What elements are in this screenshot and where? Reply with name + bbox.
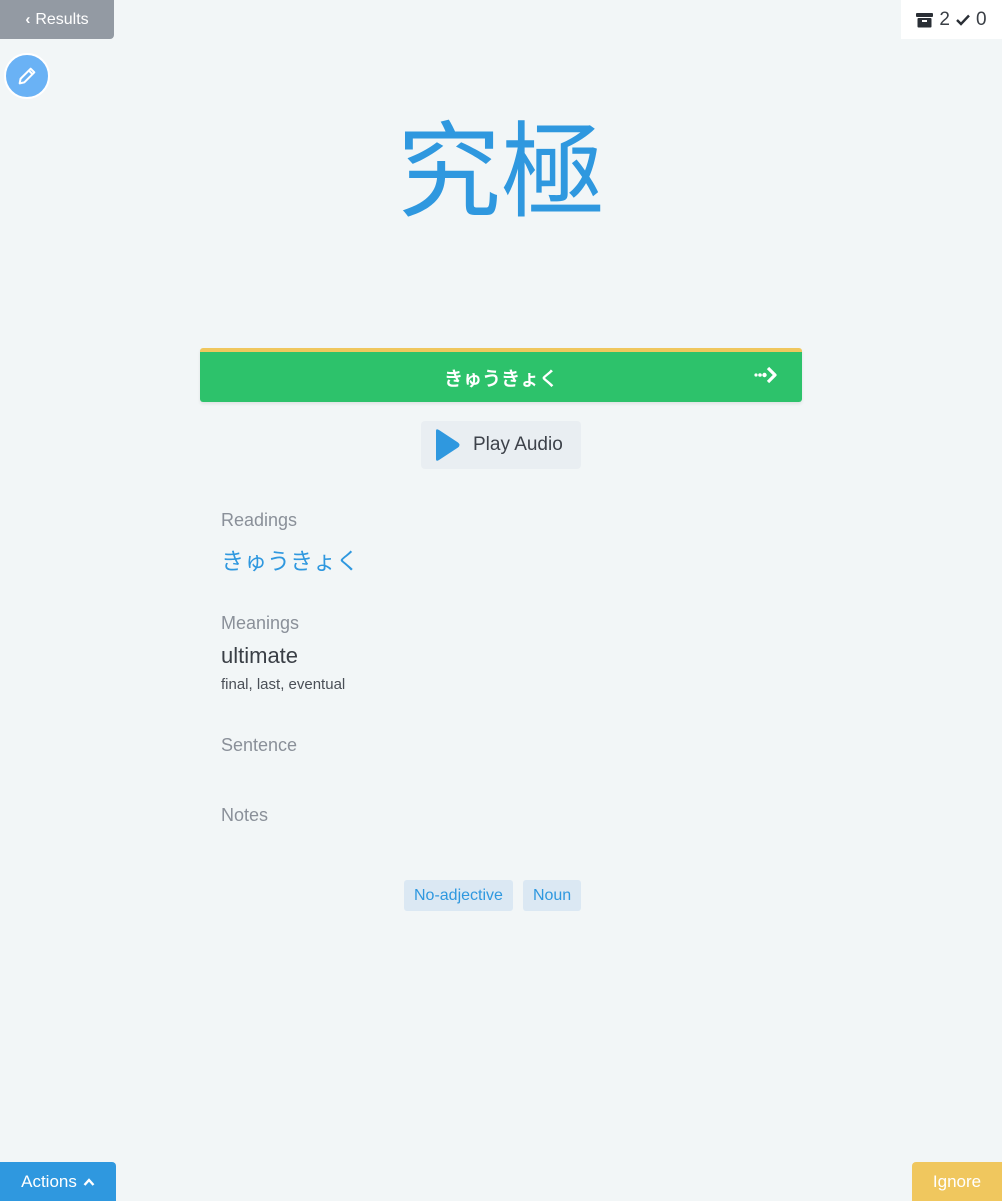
actions-button[interactable]: Actions — [0, 1162, 116, 1201]
chevron-up-icon — [83, 1177, 95, 1186]
review-page: ‹ Results 2 0 究極 きゅうきょく Play Audio Readi… — [0, 0, 1002, 1201]
tag-list: No-adjective Noun — [404, 880, 582, 911]
tag-no-adjective: No-adjective — [404, 880, 513, 911]
notes-label: Notes — [221, 805, 269, 825]
ignore-label: Ignore — [932, 1171, 982, 1191]
answer-text: きゅうきょく — [443, 368, 558, 390]
archive-counter: 2 — [916, 9, 950, 31]
back-to-results-button[interactable]: ‹ Results — [0, 0, 114, 39]
arrow-right-icon[interactable] — [754, 364, 780, 386]
check-counter: 0 — [956, 9, 987, 31]
meaning-alternatives: final, last, eventual — [221, 676, 346, 693]
archive-count: 2 — [939, 8, 950, 30]
play-audio-label: Play Audio — [473, 434, 563, 455]
play-audio-button[interactable]: Play Audio — [421, 421, 581, 469]
readings-label: Readings — [221, 510, 298, 530]
check-count: 0 — [976, 8, 987, 30]
actions-label: Actions — [21, 1171, 77, 1191]
tag-noun: Noun — [522, 880, 582, 911]
sentence-label: Sentence — [221, 735, 298, 755]
play-icon — [436, 429, 460, 461]
edit-button[interactable] — [4, 53, 50, 99]
meaning-primary: ultimate — [221, 643, 299, 668]
pencil-icon — [18, 67, 36, 85]
archive-icon — [916, 12, 934, 27]
meanings-label: Meanings — [221, 613, 300, 633]
reading-value: きゅうきょく — [221, 548, 359, 574]
vocab-word: 究極 — [396, 111, 605, 233]
back-button-label: Results — [35, 10, 89, 28]
ignore-button[interactable]: Ignore — [912, 1162, 1002, 1201]
chevron-left-icon: ‹ — [25, 11, 31, 28]
session-counters: 2 0 — [901, 0, 1002, 39]
check-icon — [956, 14, 970, 26]
answer-bar[interactable]: きゅうきょく — [200, 348, 802, 402]
